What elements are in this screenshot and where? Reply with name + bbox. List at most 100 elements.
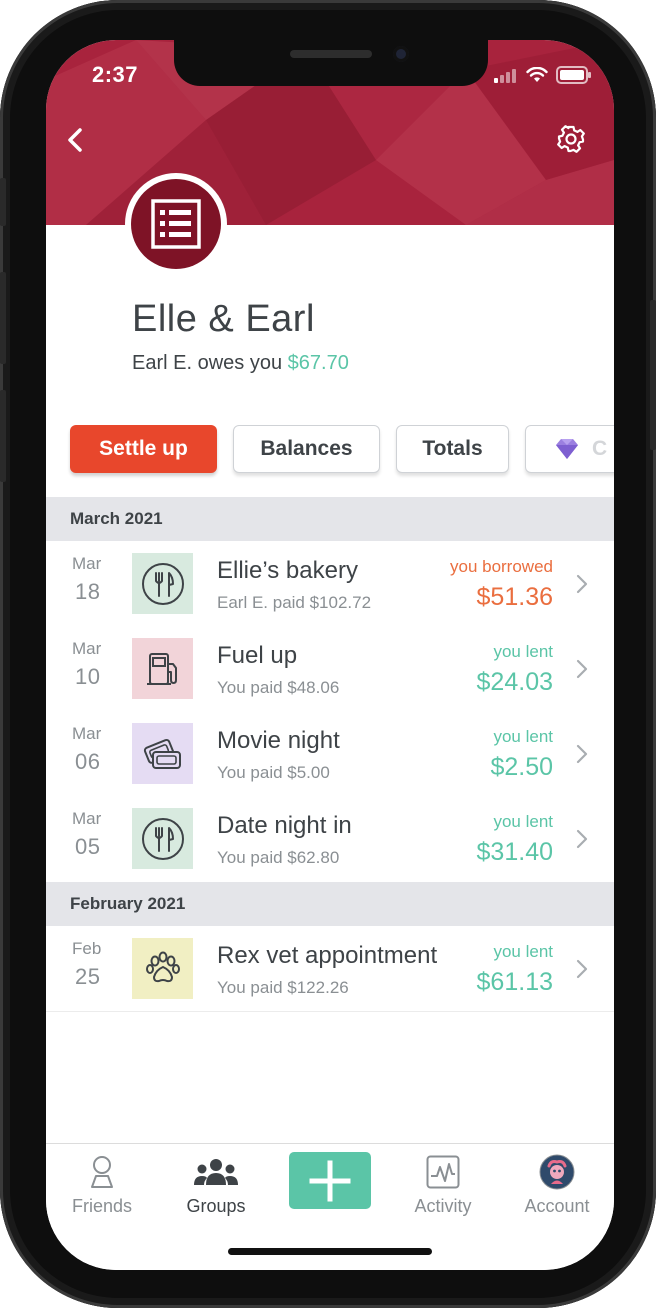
group-name: Elle & Earl	[132, 298, 315, 340]
tab-friends[interactable]: Friends	[52, 1144, 152, 1234]
fork-knife-icon	[141, 562, 184, 605]
chevron-right-icon	[576, 574, 588, 594]
expense-row[interactable]: Mar 05 Date night in You paid $62.80 you…	[46, 796, 614, 881]
category-tile	[132, 638, 193, 699]
group-actions: Settle up Balances Totals C	[70, 425, 614, 477]
expense-title: Ellie’s bakery	[217, 557, 358, 584]
tab-groups[interactable]: Groups	[166, 1144, 266, 1234]
settings-button[interactable]	[552, 120, 590, 158]
status-time: 2:37	[92, 62, 139, 87]
expense-subtitle: You paid $62.80	[217, 848, 340, 867]
settle-up-button[interactable]: Settle up	[70, 425, 217, 473]
expense-status-label: you lent	[493, 812, 553, 831]
owes-amount: $67.70	[287, 352, 349, 374]
section-label: February 2021	[70, 894, 186, 913]
expense-day: 25	[75, 964, 101, 989]
expense-row[interactable]: Mar 06 Movie night You paid $5.00 you le…	[46, 711, 614, 797]
plus-icon	[309, 1160, 351, 1201]
expense-month: Feb	[72, 939, 102, 958]
chevron-right-icon	[576, 744, 588, 764]
category-tile	[132, 553, 193, 614]
expense-amount: $24.03	[476, 668, 553, 696]
tab-label: Account	[524, 1196, 590, 1216]
receipt-list-icon	[151, 199, 201, 249]
expense-title: Date night in	[217, 812, 352, 839]
group-avatar	[125, 173, 227, 275]
tab-label: Groups	[186, 1196, 246, 1216]
category-tile	[132, 723, 193, 784]
expense-month: Mar	[72, 639, 102, 658]
gas-pump-icon	[146, 652, 177, 685]
status-icons	[494, 66, 592, 84]
expense-month: Mar	[72, 724, 102, 743]
gear-icon	[557, 125, 585, 153]
category-tile	[132, 938, 193, 999]
app-screen: 2:37 Elle & Earl Earl E. owes you $67.70…	[46, 40, 614, 1270]
person-icon	[91, 1156, 113, 1188]
expense-subtitle: Earl E. paid $102.72	[217, 593, 372, 612]
section-header-february: February 2021	[46, 882, 614, 926]
tab-activity[interactable]: Activity	[393, 1144, 493, 1234]
back-button[interactable]	[56, 120, 96, 160]
tickets-icon	[143, 738, 181, 769]
chevron-left-icon	[68, 128, 82, 152]
add-expense-button[interactable]	[289, 1152, 371, 1209]
account-avatar-icon	[539, 1154, 575, 1190]
chevron-right-icon	[576, 659, 588, 679]
expense-status-label: you borrowed	[449, 557, 553, 576]
tab-label: Friends	[71, 1196, 133, 1216]
expense-status-label: you lent	[493, 942, 553, 961]
chevron-right-icon	[576, 829, 588, 849]
wifi-icon	[526, 67, 548, 82]
section-label: March 2021	[70, 509, 163, 528]
expense-status-label: you lent	[493, 727, 553, 746]
expense-row[interactable]: Mar 10 Fuel up You paid $48.06 you lent …	[46, 626, 614, 712]
expense-month: Mar	[72, 554, 102, 573]
charts-label: C	[592, 437, 608, 460]
paw-icon	[145, 951, 180, 982]
expense-day: 18	[75, 579, 101, 604]
gem-icon	[556, 439, 578, 459]
expense-subtitle: You paid $48.06	[217, 678, 340, 697]
expense-month: Mar	[72, 809, 102, 828]
expense-subtitle: You paid $122.26	[217, 978, 349, 997]
battery-icon	[556, 66, 591, 84]
group-balance-summary: Earl E. owes you $67.70	[132, 352, 349, 375]
power-button	[650, 300, 656, 450]
balances-button[interactable]: Balances	[233, 425, 380, 473]
charts-button[interactable]: C	[525, 425, 614, 473]
category-tile	[132, 808, 193, 869]
expense-subtitle: You paid $5.00	[217, 763, 330, 782]
group-people-icon	[194, 1159, 238, 1185]
chevron-right-icon	[576, 959, 588, 979]
expense-amount: $31.40	[476, 838, 553, 866]
expense-amount: $51.36	[476, 583, 553, 611]
expense-amount: $2.50	[490, 753, 553, 781]
front-camera	[393, 46, 409, 62]
expense-title: Fuel up	[217, 642, 298, 669]
tab-label: Activity	[414, 1196, 472, 1216]
mute-switch	[0, 178, 6, 226]
avatar	[131, 179, 221, 269]
tab-account[interactable]: Account	[507, 1144, 607, 1234]
expense-row[interactable]: Feb 25 Rex vet appointment You paid $122…	[46, 926, 614, 1012]
earpiece-speaker	[290, 50, 372, 58]
device-notch	[174, 40, 488, 86]
volume-down-button	[0, 390, 6, 482]
activity-chart-icon	[426, 1155, 460, 1189]
home-indicator[interactable]	[228, 1248, 432, 1255]
expense-row[interactable]: Mar 18 Ellie’s bakery Earl E. paid $102.…	[46, 541, 614, 627]
owes-prefix: Earl E. owes you	[132, 352, 283, 374]
section-header-march: March 2021	[46, 497, 614, 541]
expense-title: Rex vet appointment	[217, 942, 438, 969]
expense-day: 06	[75, 749, 101, 774]
totals-button[interactable]: Totals	[396, 425, 509, 473]
fork-knife-icon	[141, 817, 184, 860]
expense-day: 05	[75, 834, 101, 859]
expense-title: Movie night	[217, 727, 340, 754]
expense-amount: $61.13	[476, 968, 553, 996]
expense-day: 10	[75, 664, 101, 689]
signal-icon	[494, 69, 516, 83]
volume-up-button	[0, 272, 6, 364]
expense-status-label: you lent	[493, 642, 553, 661]
